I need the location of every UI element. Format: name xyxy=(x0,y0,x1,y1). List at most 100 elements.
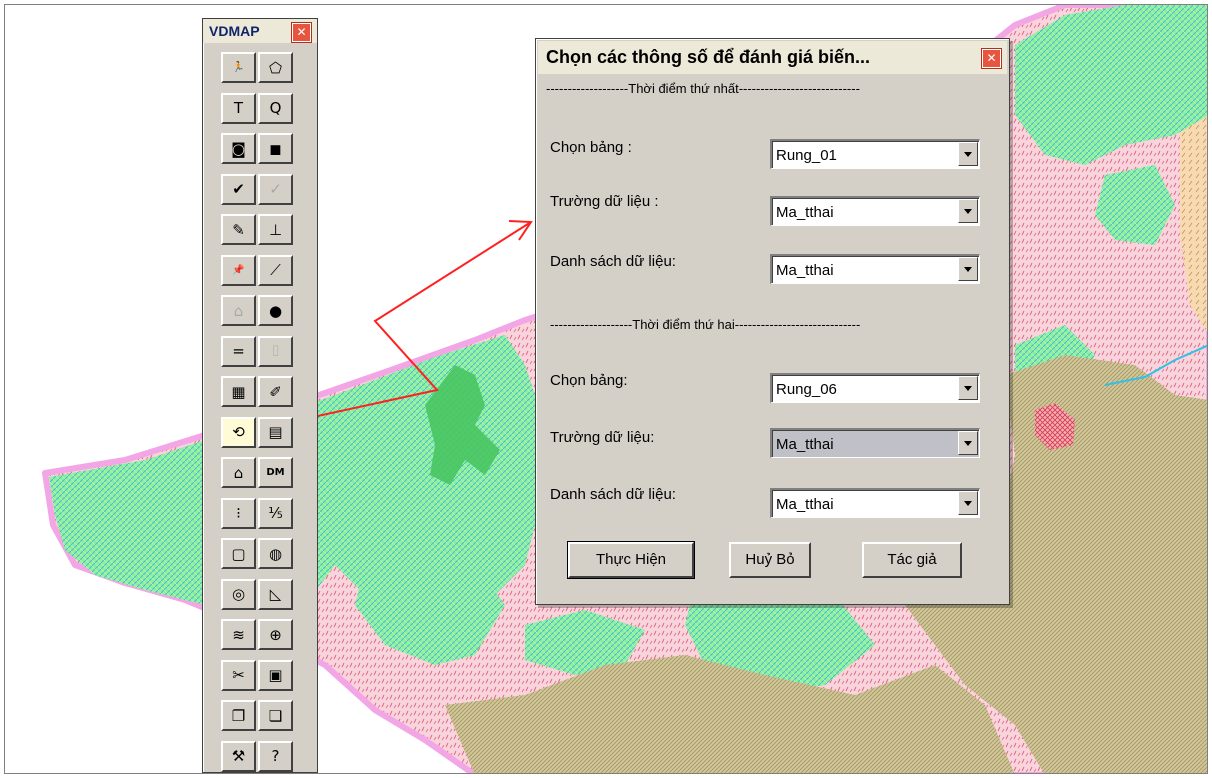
tool-button-chart-axis[interactable]: ⊥ xyxy=(258,214,293,245)
dialog-titlebar[interactable]: Chọn các thông số để đánh giá biến... ✕ xyxy=(538,41,1007,74)
cancel-button[interactable]: Huỷ Bỏ xyxy=(729,542,811,578)
dialog-title: Chọn các thông số để đánh giá biến... xyxy=(546,47,871,67)
tool-button-house[interactable]: ⌂ xyxy=(221,457,256,488)
pencil-icon: ✎ xyxy=(232,220,245,239)
tool-button-layers[interactable]: ≋ xyxy=(221,619,256,650)
chevron-down-icon[interactable] xyxy=(958,491,978,515)
tool-button-line-info[interactable]: ⟋ xyxy=(258,254,293,286)
equal-icon: = xyxy=(232,342,245,360)
first-list-select[interactable]: Ma_tthai xyxy=(770,254,980,284)
copy-icon: ❐ xyxy=(231,706,246,725)
vdmap-toolbox: VDMAP ✕ 🏃 ⬠ T Q ◙ ◼ ✔ ✓ ✎ ⊥ 📌 ⟋ ⌂ ● = ⌷ ▦ ✐ ⟲ ▤ ⌂ DM ⁝ ⅕ ▢ ◍ ◎ ◺ ≋ ⊕ ✂… xyxy=(202,18,318,773)
second-list-select[interactable]: Ma_tthai xyxy=(770,488,980,518)
record-icon: ● xyxy=(268,301,283,320)
tool-button-save[interactable]: ▣ xyxy=(258,659,293,691)
check-disabled-icon: ✓ xyxy=(269,180,282,198)
tool-button-run[interactable]: 🏃 xyxy=(221,52,256,83)
edit-page-icon: ◺ xyxy=(269,585,282,603)
tool-button-camera[interactable]: ⌷ xyxy=(258,335,293,367)
first-field-value: Ma_tthai xyxy=(776,204,834,221)
tool-button-cut-page[interactable]: ✂ xyxy=(221,659,256,691)
tool-button-pin-info[interactable]: 📌 xyxy=(221,254,256,286)
change-assessment-dialog: Chọn các thông số để đánh giá biến... ✕ … xyxy=(535,38,1010,605)
tool-button-report[interactable]: ▤ xyxy=(258,416,293,448)
report-icon: ▤ xyxy=(268,423,283,441)
chevron-down-icon[interactable] xyxy=(958,257,978,281)
tool-button-dm[interactable]: DM xyxy=(258,457,293,488)
first-field-label: Trường dữ liệu : xyxy=(550,193,659,210)
first-table-select[interactable]: Rung_01 xyxy=(770,139,980,169)
tool-button-paste[interactable]: ❏ xyxy=(258,700,293,731)
tool-button-help[interactable]: ? xyxy=(258,740,293,772)
tool-button-frame[interactable]: ▢ xyxy=(221,538,256,569)
tool-button-polygon[interactable]: ⬠ xyxy=(258,52,293,83)
frame-icon: ▢ xyxy=(231,544,246,563)
text-icon: T xyxy=(233,99,244,117)
first-table-label: Chọn bảng : xyxy=(550,139,632,156)
tool-button-query[interactable]: Q xyxy=(258,92,293,124)
tool-button-select-region[interactable]: ◙ xyxy=(221,133,256,164)
chevron-down-icon[interactable] xyxy=(958,431,978,455)
second-field-label: Trường dữ liệu: xyxy=(550,429,655,446)
cut-page-icon: ✂ xyxy=(232,666,245,684)
chart-axis-icon: ⊥ xyxy=(268,220,283,239)
tool-button-globe[interactable]: ◍ xyxy=(258,538,293,569)
query-icon: Q xyxy=(269,99,282,117)
first-table-value: Rung_01 xyxy=(776,147,837,164)
house-icon: ⌂ xyxy=(233,463,244,482)
first-list-label: Danh sách dữ liệu: xyxy=(550,253,676,270)
first-field-select[interactable]: Ma_tthai xyxy=(770,196,980,226)
tool-button-world-window[interactable]: ⊕ xyxy=(258,619,293,650)
tool-button-text[interactable]: T xyxy=(221,92,256,124)
tool-button-check-disabled[interactable]: ✓ xyxy=(258,173,293,205)
dm-icon: DM xyxy=(266,467,285,478)
tool-button-record[interactable]: ● xyxy=(258,295,293,326)
chevron-down-icon[interactable] xyxy=(958,199,978,223)
chevron-down-icon[interactable] xyxy=(958,376,978,400)
layout-icon: ▦ xyxy=(231,382,246,401)
tool-button-equal[interactable]: = xyxy=(221,335,256,367)
change-detection-icon: ⟲ xyxy=(232,423,245,441)
toolbox-close-button[interactable]: ✕ xyxy=(291,22,312,43)
world-window-icon: ⊕ xyxy=(269,625,282,644)
tool-button-check[interactable]: ✔ xyxy=(221,173,256,205)
check-icon: ✔ xyxy=(232,180,245,198)
second-table-value: Rung_06 xyxy=(776,381,837,398)
second-list-value: Ma_tthai xyxy=(776,496,834,513)
tool-button-traffic-light[interactable]: ⁝ xyxy=(221,497,256,529)
tool-button-grid-globe[interactable]: ◎ xyxy=(221,578,256,610)
layers-icon: ≋ xyxy=(232,625,245,644)
tool-button-layout[interactable]: ▦ xyxy=(221,376,256,407)
tool-button-change-detection[interactable]: ⟲ xyxy=(221,416,256,448)
tool-button-tag[interactable]: ✐ xyxy=(258,376,293,407)
save-icon: ▣ xyxy=(268,666,283,684)
globe-icon: ◍ xyxy=(268,544,283,563)
run-icon: 🏃 xyxy=(232,62,245,73)
tools-icon: ⚒ xyxy=(231,747,246,765)
tool-button-select-all[interactable]: ◼ xyxy=(258,133,293,164)
section-first-time: -------------------Thời điểm thứ nhất---… xyxy=(546,81,860,96)
tool-button-house-query[interactable]: ⌂ xyxy=(221,295,256,326)
dialog-close-button[interactable]: ✕ xyxy=(981,48,1002,69)
camera-icon: ⌷ xyxy=(270,342,280,360)
tool-button-edit-page[interactable]: ◺ xyxy=(258,578,293,610)
tool-button-scale[interactable]: ⅕ xyxy=(258,497,293,529)
tool-button-pencil[interactable]: ✎ xyxy=(221,214,256,245)
second-table-select[interactable]: Rung_06 xyxy=(770,373,980,403)
second-field-value: Ma_tthai xyxy=(776,436,834,453)
polygon-icon: ⬠ xyxy=(268,58,283,77)
paste-icon: ❏ xyxy=(268,706,283,725)
traffic-light-icon: ⁝ xyxy=(236,504,241,522)
second-table-label: Chọn bảng: xyxy=(550,372,628,389)
chevron-down-icon[interactable] xyxy=(958,142,978,166)
author-button[interactable]: Tác giả xyxy=(862,542,962,578)
line-info-icon: ⟋ xyxy=(270,261,281,279)
grid-globe-icon: ◎ xyxy=(231,585,246,603)
tool-button-copy[interactable]: ❐ xyxy=(221,700,256,731)
toolbox-titlebar[interactable]: VDMAP ✕ xyxy=(203,19,317,43)
second-list-label: Danh sách dữ liệu: xyxy=(550,486,676,503)
house-query-icon: ⌂ xyxy=(233,301,244,320)
tool-button-tools[interactable]: ⚒ xyxy=(221,740,256,772)
second-field-select[interactable]: Ma_tthai xyxy=(770,428,980,458)
execute-button[interactable]: Thực Hiện xyxy=(567,541,695,579)
